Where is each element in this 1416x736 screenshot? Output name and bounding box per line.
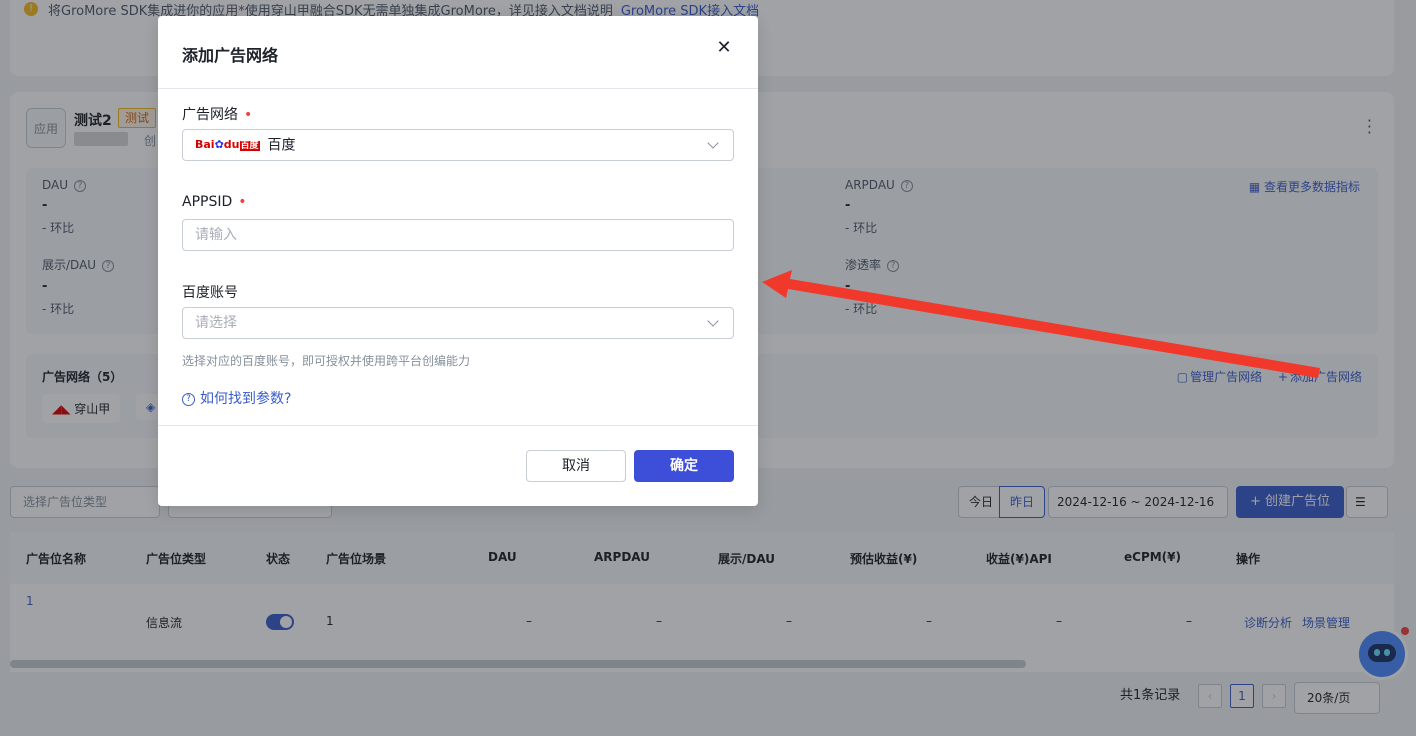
account-select-placeholder: 请选择 xyxy=(195,315,237,331)
account-help-text: 选择对应的百度账号，即可授权并使用跨平台创编能力 xyxy=(182,354,471,368)
account-select[interactable]: 请选择 xyxy=(182,307,734,339)
network-label: 广告网络 • xyxy=(182,107,253,123)
dialog-title: 添加广告网络 xyxy=(182,46,279,65)
divider xyxy=(158,88,758,89)
find-params-link[interactable]: ? 如何找到参数? xyxy=(182,388,291,408)
account-label: 百度账号 xyxy=(182,285,238,301)
network-select-value: 百度 xyxy=(267,137,296,154)
appsid-label: APPSID • xyxy=(182,194,247,210)
chevron-down-icon xyxy=(707,315,719,327)
chevron-down-icon xyxy=(707,137,719,149)
close-icon[interactable]: ✕ xyxy=(714,38,734,58)
baidu-logo-icon: Bai✿du百度 xyxy=(195,138,260,151)
network-select[interactable]: Bai✿du百度 百度 xyxy=(182,129,734,161)
confirm-button[interactable]: 确定 xyxy=(634,450,734,482)
cancel-button[interactable]: 取消 xyxy=(526,450,626,482)
appsid-input[interactable] xyxy=(182,219,734,251)
help-icon: ? xyxy=(182,392,195,406)
add-network-dialog: 添加广告网络 ✕ 广告网络• Bai✿du百度百度 APPSID• 百度账号 请… xyxy=(158,16,758,506)
divider xyxy=(158,425,758,426)
